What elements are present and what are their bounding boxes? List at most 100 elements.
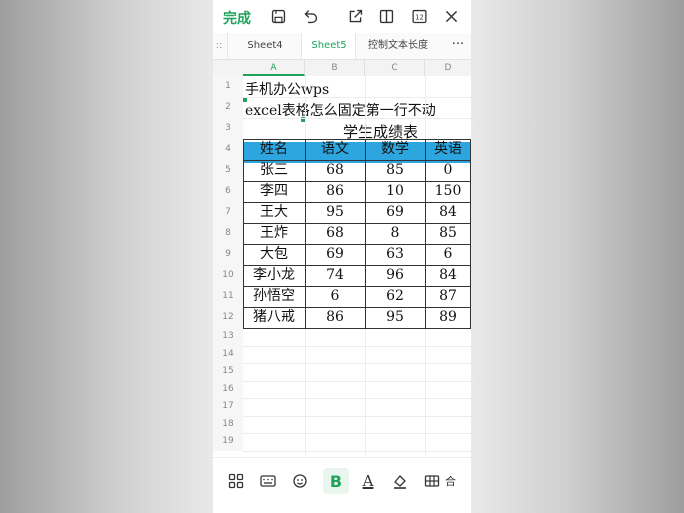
tab-sheet4[interactable]: Sheet4: [227, 33, 302, 59]
tab-control-text-length[interactable]: 控制文本长度: [355, 33, 440, 59]
table-cell[interactable]: 84: [425, 202, 471, 223]
keyboard-icon[interactable]: [255, 468, 281, 494]
row-header[interactable]: 2: [213, 97, 243, 118]
row-header[interactable]: 11: [213, 286, 243, 307]
table-cell[interactable]: 大包: [243, 244, 305, 265]
table-cell[interactable]: 王炸: [243, 223, 305, 244]
row-header[interactable]: 8: [213, 223, 243, 244]
row-header[interactable]: 3: [213, 118, 243, 139]
grid-line-horizontal: [243, 345, 471, 347]
table-cell[interactable]: 87: [425, 286, 471, 307]
table-border-horizontal: [243, 286, 471, 287]
table-cell[interactable]: 10: [365, 181, 425, 202]
font-color-button[interactable]: A: [355, 468, 381, 494]
table-border-horizontal: [243, 307, 471, 308]
share-icon[interactable]: [345, 6, 365, 26]
save-icon[interactable]: [268, 6, 288, 26]
table-cell[interactable]: 李小龙: [243, 265, 305, 286]
table-cell[interactable]: 孙悟空: [243, 286, 305, 307]
table-header-cell[interactable]: 姓名: [243, 139, 305, 160]
table-border-horizontal: [243, 328, 471, 329]
table-cell[interactable]: 95: [365, 307, 425, 328]
row-header[interactable]: 9: [213, 244, 243, 265]
table-cell[interactable]: 86: [305, 307, 365, 328]
bottom-toolbar: B A 合: [213, 457, 471, 513]
table-border-horizontal: [243, 139, 471, 140]
table-cell[interactable]: 6: [425, 244, 471, 265]
fill-color-icon[interactable]: [387, 468, 413, 494]
table-cell[interactable]: 89: [425, 307, 471, 328]
close-icon[interactable]: [441, 6, 461, 26]
column-header-a[interactable]: A: [243, 60, 305, 76]
table-cell[interactable]: 62: [365, 286, 425, 307]
row-header[interactable]: 6: [213, 181, 243, 202]
table-cell[interactable]: 李四: [243, 181, 305, 202]
table-header-cell[interactable]: 数学: [365, 139, 425, 160]
done-button[interactable]: 完成: [223, 8, 251, 28]
table-cell[interactable]: 95: [305, 202, 365, 223]
more-tabs-button[interactable]: ···: [445, 33, 471, 59]
top-toolbar: 完成 12: [213, 0, 471, 33]
phone-screen: 完成 12 :: Sheet4 Sheet5 控制文本长度 ··· A B C: [213, 0, 471, 513]
column-header-d[interactable]: D: [425, 60, 471, 76]
sheet-count-icon[interactable]: 12: [409, 6, 429, 26]
grid-line-horizontal: [243, 398, 471, 399]
table-cell[interactable]: 84: [425, 265, 471, 286]
table-border-horizontal: [243, 181, 471, 182]
table-cell[interactable]: 68: [305, 223, 365, 244]
table-cell[interactable]: 96: [365, 265, 425, 286]
table-border-vertical: [305, 139, 306, 328]
table-cell[interactable]: 85: [425, 223, 471, 244]
row-header[interactable]: 13: [213, 328, 243, 346]
grid-corner[interactable]: [213, 60, 244, 76]
table-header-cell[interactable]: 语文: [305, 139, 365, 160]
row-header[interactable]: 10: [213, 265, 243, 286]
voice-assistant-icon[interactable]: [287, 468, 313, 494]
cell-format-icon[interactable]: [419, 468, 445, 494]
table-cell[interactable]: 68: [305, 160, 365, 181]
cell-a2[interactable]: excel表格怎么固定第一行不动: [245, 100, 436, 120]
table-border-horizontal: [243, 244, 471, 245]
tab-sheet5[interactable]: Sheet5: [301, 33, 356, 59]
column-header-c[interactable]: C: [365, 60, 425, 76]
table-cell[interactable]: 85: [365, 160, 425, 181]
sheet-tabs: :: Sheet4 Sheet5 控制文本长度 ···: [213, 33, 471, 60]
grid-line-horizontal: [243, 363, 471, 364]
row-header[interactable]: 16: [213, 380, 243, 398]
row-header[interactable]: 17: [213, 398, 243, 416]
table-cell[interactable]: 6: [305, 286, 365, 307]
table-cell[interactable]: 猪八戒: [243, 307, 305, 328]
row-header[interactable]: 15: [213, 363, 243, 381]
column-header-b[interactable]: B: [305, 60, 365, 76]
table-cell[interactable]: 74: [305, 265, 365, 286]
table-cell[interactable]: 63: [365, 244, 425, 265]
merge-button[interactable]: 合: [445, 473, 456, 489]
table-cell[interactable]: 0: [425, 160, 471, 181]
row-header[interactable]: 4: [213, 139, 243, 160]
table-cell[interactable]: 69: [365, 202, 425, 223]
cell-a1[interactable]: 手机办公wps: [245, 79, 329, 99]
bold-button[interactable]: B: [323, 468, 349, 494]
table-cell[interactable]: 69: [305, 244, 365, 265]
row-header[interactable]: 5: [213, 160, 243, 181]
spreadsheet-grid[interactable]: A B C D 手机办公wps excel表格怎么固定第一行不动 学生成绩表 1…: [213, 60, 471, 455]
table-cell[interactable]: 86: [305, 181, 365, 202]
table-cell[interactable]: 150: [425, 181, 471, 202]
table-border-horizontal: [243, 223, 471, 224]
tab-partial[interactable]: ::: [213, 33, 225, 59]
row-header[interactable]: 12: [213, 307, 243, 328]
table-cell[interactable]: 王大: [243, 202, 305, 223]
row-header[interactable]: 19: [213, 433, 243, 451]
apps-grid-icon[interactable]: [223, 468, 249, 494]
undo-icon[interactable]: [300, 6, 320, 26]
background-left: [0, 0, 213, 513]
reading-mode-icon[interactable]: [376, 6, 396, 26]
row-header[interactable]: 14: [213, 345, 243, 363]
table-cell[interactable]: 张三: [243, 160, 305, 181]
table-header-cell[interactable]: 英语: [425, 139, 471, 160]
row-header[interactable]: 18: [213, 415, 243, 433]
row-header[interactable]: 1: [213, 76, 243, 97]
row-header[interactable]: 7: [213, 202, 243, 223]
table-border-vertical: [365, 139, 366, 328]
table-cell[interactable]: 8: [365, 223, 425, 244]
